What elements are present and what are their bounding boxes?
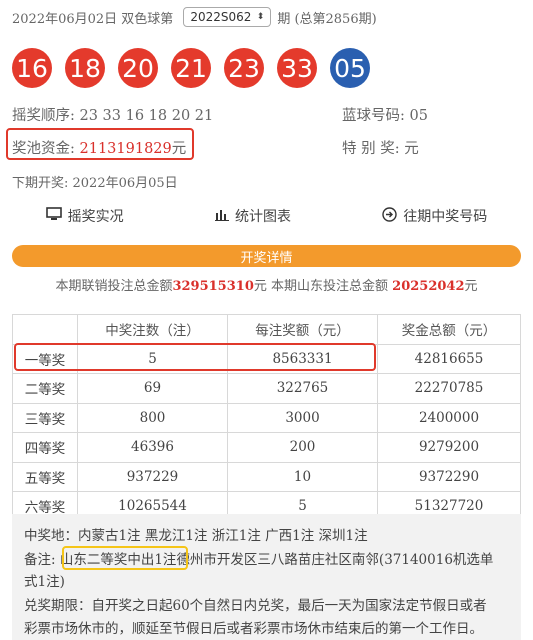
prize-level: 二等奖	[12, 373, 78, 404]
table-header: 中奖注数（注）	[77, 314, 228, 345]
tab-stat-charts-label: 统计图表	[234, 209, 291, 225]
prize-total: 22270785	[377, 373, 521, 404]
prize-pool-amount: 2113191829	[79, 141, 172, 157]
red-ball: 20	[118, 48, 158, 88]
prize-level: 四等奖	[12, 432, 78, 463]
note-line-2: 式1注)	[24, 574, 65, 590]
prize-total: 2400000	[377, 402, 521, 433]
chevron-updown-icon: ⬍	[256, 12, 265, 22]
claim-period-line-2: 彩票市场休市的，顺延至节假日后或者彩票市场休市结束后的第一个工作日。	[24, 621, 483, 637]
table-header: 奖金总额（元）	[377, 314, 521, 345]
table-header	[12, 314, 78, 345]
winner-count: 800	[77, 402, 228, 433]
red-ball: 33	[277, 48, 317, 88]
draw-date-text: 2022年06月02日 双色球第	[12, 11, 174, 27]
blue-ball: 05	[330, 48, 370, 88]
prize-level: 三等奖	[12, 402, 78, 433]
sales-summary: 本期联销投注总金额329515310元 本期山东投注总金额 20252042元	[0, 275, 533, 294]
prize-per-bet: 10	[227, 461, 378, 492]
red-ball: 21	[171, 48, 211, 88]
table-row: 五等奖 937229 10 9372290	[12, 461, 521, 492]
tab-history-label: 往期中奖号码	[403, 209, 488, 225]
sales-suffix: 元	[464, 279, 478, 294]
winner-count: 69	[77, 373, 228, 404]
prize-pool-label: 奖池资金:	[12, 141, 80, 157]
winner-count: 937229	[77, 461, 228, 492]
red-ball: 16	[12, 48, 52, 88]
special-prize: 特 别 奖: 元	[342, 141, 419, 157]
red-ball: 23	[224, 48, 264, 88]
table-row: 四等奖 46396 200 9279200	[12, 432, 521, 463]
red-ball: 18	[65, 48, 105, 88]
blue-number: 蓝球号码: 05	[342, 108, 428, 124]
period-text: 期 (总第2856期)	[277, 11, 377, 27]
issue-select[interactable]: 2022S062 ⬍	[183, 7, 272, 27]
winner-locations: 中奖地：内蒙古1注 黑龙江1注 浙江1注 广西1注 深圳1注	[24, 528, 368, 544]
winning-balls: 16 18 20 21 23 33 05	[12, 48, 383, 88]
tab-live-draw-label: 摇奖实况	[67, 209, 124, 225]
first-prize-highlight-box	[14, 343, 376, 371]
sales-middle: 元 本期山东投注总金额	[253, 279, 389, 294]
sales-total: 329515310	[172, 279, 254, 294]
draw-order: 摇奖顺序: 23 33 16 18 20 21	[12, 108, 214, 124]
table-header: 每注奖额（元）	[227, 314, 378, 345]
tab-history[interactable]: 往期中奖号码	[382, 206, 487, 226]
details-bar[interactable]: 开奖详情	[12, 245, 521, 267]
table-header-row: 中奖注数（注） 每注奖额（元） 奖金总额（元）	[12, 314, 521, 345]
prize-pool: 奖池资金: 2113191829元	[12, 137, 186, 158]
arrow-circle-icon	[382, 206, 398, 226]
table-row: 二等奖 69 322765 22270785	[12, 373, 521, 404]
table-row: 三等奖 800 3000 2400000	[12, 402, 521, 433]
prize-total: 9372290	[377, 461, 521, 492]
winner-count: 46396	[77, 432, 228, 463]
bar-chart-icon	[214, 208, 229, 225]
prize-pool-unit: 元	[171, 141, 187, 157]
monitor-icon	[45, 207, 62, 225]
tab-stat-charts[interactable]: 统计图表	[214, 206, 291, 226]
tab-live-draw[interactable]: 摇奖实况	[45, 206, 124, 226]
draw-header: 2022年06月02日 双色球第 2022S062 ⬍ 期 (总第2856期)	[12, 6, 377, 28]
note-detail: 德州市开发区三八路苗庄社区南邻(37140016机选单	[176, 552, 494, 568]
action-tabs: 摇奖实况 统计图表 往期中奖号码	[0, 206, 533, 226]
sales-prefix: 本期联销投注总金额	[55, 279, 173, 294]
prize-total: 9279200	[377, 432, 521, 463]
note-label: 备注:	[24, 552, 60, 568]
prize-per-bet: 200	[227, 432, 378, 463]
claim-period-line-1: 兑奖期限：自开奖之日起60个自然日内兑奖，最后一天为国家法定节假日或者	[24, 598, 487, 614]
issue-select-value: 2022S062	[190, 10, 252, 24]
next-draw-date: 下期开奖: 2022年06月05日	[12, 176, 178, 191]
prize-per-bet: 3000	[227, 402, 378, 433]
prize-level: 五等奖	[12, 461, 78, 492]
prize-per-bet: 322765	[227, 373, 378, 404]
info-panel: 中奖地：内蒙古1注 黑龙江1注 浙江1注 广西1注 深圳1注 备注: 山东二等奖…	[12, 514, 521, 640]
note-highlight-box	[62, 546, 188, 570]
sales-shandong: 20252042	[392, 279, 465, 294]
prize-total: 42816655	[377, 343, 521, 374]
